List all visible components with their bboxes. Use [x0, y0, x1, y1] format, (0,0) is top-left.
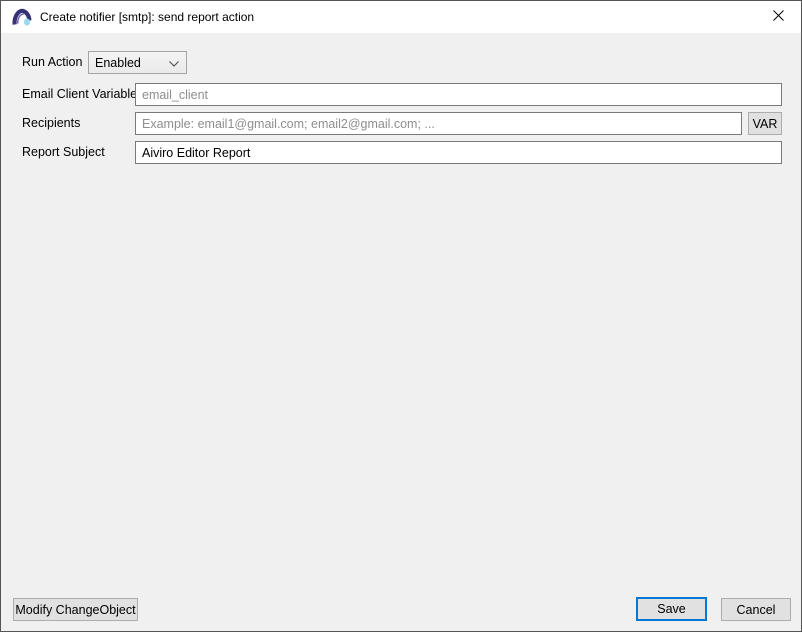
save-button[interactable]: Save — [636, 597, 707, 621]
close-icon — [773, 10, 784, 24]
run-action-label: Run Action — [22, 51, 82, 74]
run-action-dropdown[interactable]: Enabled — [88, 51, 187, 74]
dialog-body: Run Action Enabled Email Client Variable… — [1, 33, 801, 631]
close-button[interactable] — [756, 1, 801, 33]
email-client-variable-label: Email Client Variable — [22, 83, 137, 106]
aiviro-logo-icon — [12, 7, 32, 27]
report-subject-input[interactable] — [135, 141, 782, 164]
recipients-input[interactable] — [135, 112, 742, 135]
recipients-label: Recipients — [22, 112, 80, 135]
cancel-button[interactable]: Cancel — [721, 598, 791, 621]
var-button[interactable]: VAR — [748, 112, 782, 135]
email-client-variable-input[interactable] — [135, 83, 782, 106]
report-subject-label: Report Subject — [22, 141, 105, 164]
dialog-window: Create notifier [smtp]: send report acti… — [0, 0, 802, 632]
title-bar: Create notifier [smtp]: send report acti… — [1, 1, 801, 33]
modify-changeobject-button[interactable]: Modify ChangeObject — [13, 598, 138, 621]
window-title: Create notifier [smtp]: send report acti… — [40, 10, 254, 24]
run-action-selected-value: Enabled — [95, 56, 141, 70]
chevron-down-icon — [169, 56, 179, 70]
